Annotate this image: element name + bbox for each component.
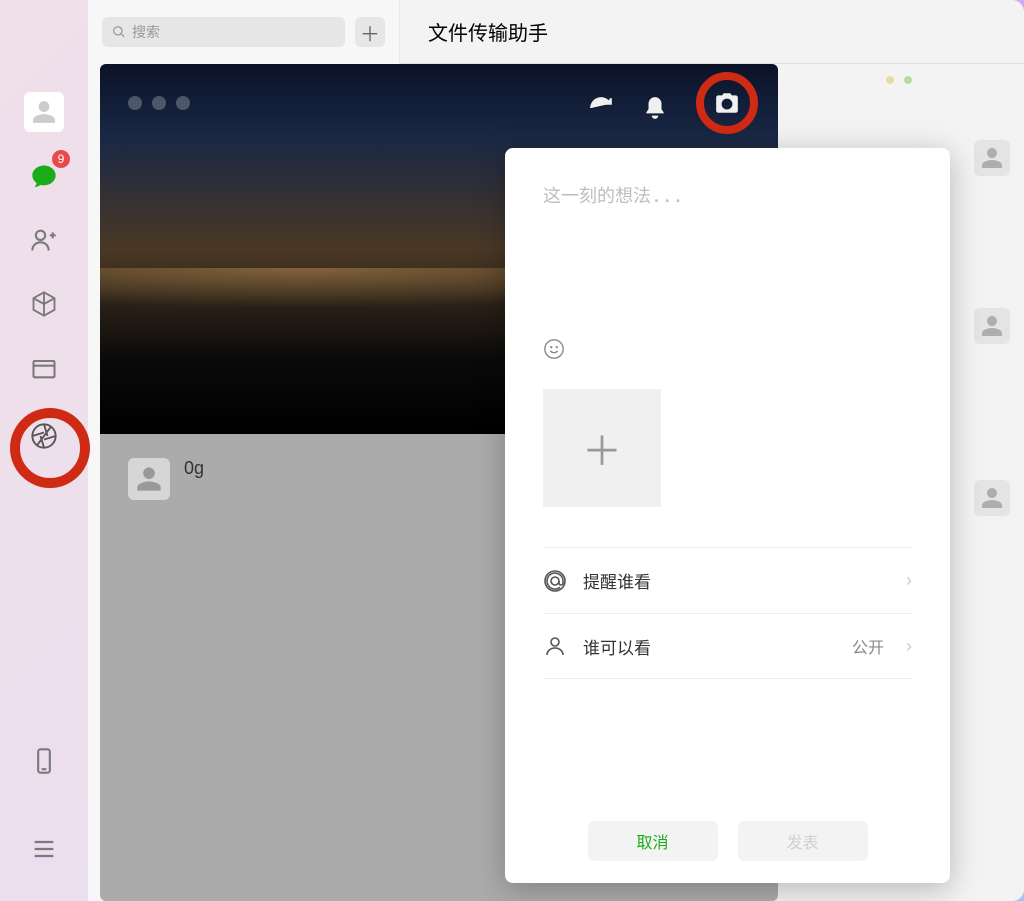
mention-row[interactable]: 提醒谁看 › xyxy=(543,547,912,613)
window-controls[interactable] xyxy=(128,96,190,110)
post-button[interactable]: 发表 xyxy=(738,821,868,861)
feed-avatar xyxy=(128,458,170,500)
sidebar-avatar[interactable] xyxy=(22,90,66,134)
smile-icon xyxy=(543,338,565,360)
ghost-avatar xyxy=(974,480,1010,516)
compose-textarea[interactable] xyxy=(543,182,912,332)
chevron-right-icon: › xyxy=(906,636,912,657)
camera-button[interactable] xyxy=(696,72,758,134)
chat-header: 文件传输助手 xyxy=(400,0,1024,64)
feed-username: 0g xyxy=(184,458,204,479)
new-chat-button[interactable]: ＋ xyxy=(355,17,385,47)
add-media-button[interactable]: ＋ xyxy=(543,389,661,507)
ghost-avatar xyxy=(974,140,1010,176)
at-icon xyxy=(543,569,567,593)
chevron-right-icon: › xyxy=(906,570,912,591)
sidebar-menu[interactable] xyxy=(22,827,66,871)
phone-icon xyxy=(30,747,58,775)
bell-icon[interactable] xyxy=(642,95,668,121)
menu-icon xyxy=(30,835,58,863)
notification-dots xyxy=(886,76,894,84)
cancel-button[interactable]: 取消 xyxy=(588,821,718,861)
sidebar-moments[interactable] xyxy=(22,414,66,458)
sidebar-contacts[interactable] xyxy=(22,218,66,262)
emoji-button[interactable] xyxy=(543,338,912,365)
sidebar-files[interactable] xyxy=(22,346,66,390)
aperture-icon xyxy=(30,422,58,450)
visibility-label: 谁可以看 xyxy=(583,634,651,659)
visibility-value: 公开 xyxy=(852,634,884,658)
chat-title: 文件传输助手 xyxy=(428,17,548,46)
sidebar-phone[interactable] xyxy=(22,739,66,783)
search-input[interactable]: 搜索 xyxy=(102,17,345,47)
left-sidebar: 9 xyxy=(0,0,88,901)
chat-icon xyxy=(30,162,58,190)
mention-label: 提醒谁看 xyxy=(583,568,651,593)
cube-icon xyxy=(30,290,58,318)
sidebar-chat[interactable]: 9 xyxy=(22,154,66,198)
refresh-icon[interactable] xyxy=(588,95,614,121)
compose-modal: ＋ 提醒谁看 › 谁可以看 公开 › 取消 发表 xyxy=(505,148,950,883)
person-outline-icon xyxy=(543,634,567,658)
contacts-icon xyxy=(30,226,58,254)
visibility-row[interactable]: 谁可以看 公开 › xyxy=(543,613,912,679)
sidebar-discover[interactable] xyxy=(22,282,66,326)
ghost-avatar xyxy=(974,308,1010,344)
camera-icon xyxy=(714,90,740,116)
chat-badge: 9 xyxy=(52,150,70,168)
folder-icon xyxy=(30,354,58,382)
search-placeholder: 搜索 xyxy=(132,22,160,42)
search-icon xyxy=(112,25,126,39)
person-icon xyxy=(31,99,57,125)
